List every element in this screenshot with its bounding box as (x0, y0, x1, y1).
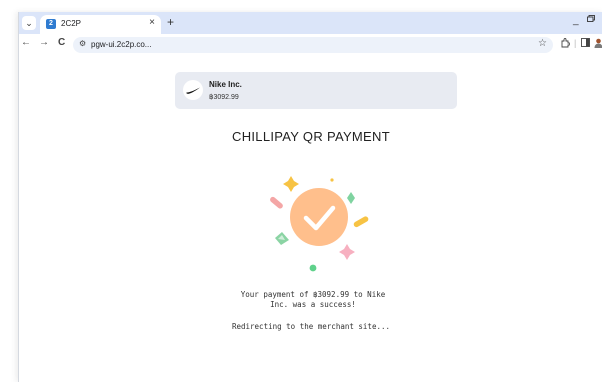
page-title: CHILLIPAY QR PAYMENT (232, 129, 390, 144)
merchant-amount: ฿3092.99 (209, 94, 239, 101)
success-circle (290, 188, 348, 246)
profile-avatar-icon[interactable] (594, 38, 602, 50)
dot-green-icon (309, 264, 317, 272)
tab-search-icon[interactable]: ⌄ (22, 16, 36, 30)
extensions-icon[interactable] (560, 38, 571, 50)
url-text[interactable]: pgw-ui.2c2p.co... (91, 40, 151, 49)
gem-green-icon (347, 192, 355, 204)
address-bar[interactable]: ⚙ pgw-ui.2c2p.co... ☆ (73, 37, 553, 53)
close-icon[interactable]: × (149, 17, 155, 28)
merchant-card: Nike Inc. ฿3092.99 (175, 72, 457, 109)
sparkle-yellow-icon (283, 176, 299, 192)
toolbar: ← → C ⚙ pgw-ui.2c2p.co... ☆ | (19, 34, 602, 56)
success-message: Your payment of ฿3092.99 to Nike Inc. wa… (240, 290, 386, 309)
forward-arrow-icon[interactable]: → (39, 37, 49, 48)
minimize-button[interactable]: _ (573, 15, 579, 26)
nike-logo-icon (183, 80, 203, 100)
side-panel-icon[interactable] (581, 38, 590, 49)
dot-yellow-icon (330, 178, 334, 182)
browser-window: ⌄ 2 2C2P × + _ ← → C ⚙ pgw-ui.2c2p.co...… (18, 12, 602, 382)
redirect-message: Redirecting to the merchant site... (231, 322, 391, 331)
merchant-name: Nike Inc. (209, 80, 242, 89)
sparkle-pink-icon (339, 244, 355, 260)
site-info-icon[interactable]: ⚙ (79, 39, 86, 48)
tab-2c2p[interactable]: 2 2C2P × (40, 15, 161, 34)
pill-pink-icon (270, 196, 283, 209)
pill-yellow-icon (353, 216, 369, 228)
success-illustration (270, 176, 369, 272)
back-arrow-icon[interactable]: ← (21, 37, 31, 48)
restore-icon[interactable] (587, 15, 595, 22)
favicon-icon: 2 (46, 19, 56, 29)
tab-title: 2C2P (61, 19, 82, 28)
toolbar-divider: | (574, 38, 577, 48)
bookmark-star-icon[interactable]: ☆ (538, 38, 547, 49)
new-tab-button[interactable]: + (167, 15, 174, 29)
reload-icon[interactable]: C (58, 37, 65, 48)
tab-strip: ⌄ 2 2C2P × + _ (19, 12, 602, 34)
